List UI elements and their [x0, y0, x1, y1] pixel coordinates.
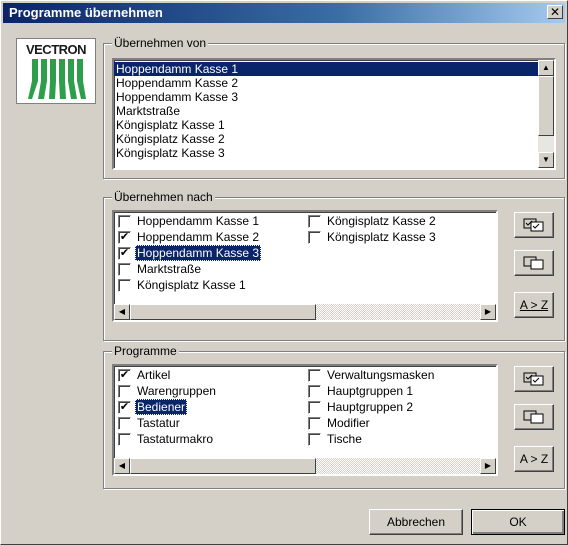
checkbox[interactable] — [118, 263, 131, 276]
checkbox-checked[interactable]: ✔ — [118, 231, 131, 244]
list-item[interactable]: Hoppendamm Kasse 2 — [114, 76, 538, 90]
uncheck-all-icon — [523, 256, 544, 270]
programs-group: Programme ✔ Artikel Warengruppen ✔ Bediener T… — [103, 344, 565, 489]
sort-az-label: A > Z — [519, 298, 549, 312]
checkbox[interactable] — [308, 231, 321, 244]
checklist-item-label: Tastaturmakro — [137, 432, 214, 446]
programs-horizontal-scrollbar[interactable]: ◀ ▶ — [114, 458, 496, 474]
cancel-button-label: Abbrechen — [386, 515, 446, 529]
checklist-item-label: Köngisplatz Kasse 1 — [137, 278, 246, 292]
checklist-item-label: Tastatur — [137, 416, 180, 430]
checkbox[interactable] — [118, 385, 131, 398]
checklist-item-label: Köngisplatz Kasse 2 — [327, 214, 436, 228]
scroll-left-button[interactable]: ◀ — [114, 458, 130, 474]
checklist-item-label: Hoppendamm Kasse 2 — [137, 230, 260, 244]
sort-az-label: A > Z — [519, 452, 549, 466]
checklist-item-label: Marktstraße — [137, 262, 202, 276]
checkbox[interactable] — [308, 417, 321, 430]
list-item[interactable]: Köngisplatz Kasse 1 — [114, 118, 538, 132]
source-group: Übernehmen von Hoppendamm Kasse 1 Hoppend… — [103, 36, 565, 179]
checklist-item-label: Bediener — [135, 399, 188, 415]
ok-button[interactable]: OK — [471, 509, 565, 535]
source-group-label: Übernehmen von — [112, 36, 209, 50]
uncheck-all-button[interactable] — [514, 404, 554, 430]
checkbox-checked[interactable]: ✔ — [118, 369, 131, 382]
checklist-item-label: Hoppendamm Kasse 1 — [137, 214, 260, 228]
scroll-right-button[interactable]: ▶ — [480, 458, 496, 474]
checkmark-icon: ✔ — [119, 401, 130, 413]
uncheck-all-button[interactable] — [514, 250, 554, 276]
scroll-up-button[interactable]: ▲ — [538, 60, 554, 76]
programs-checklist[interactable]: ✔ Artikel Warengruppen ✔ Bediener Tastatur Tas… — [112, 364, 498, 476]
checklist-item-label: Warengruppen — [137, 384, 216, 398]
target-horizontal-scrollbar[interactable]: ◀ ▶ — [114, 304, 496, 320]
scroll-down-button[interactable]: ▼ — [538, 152, 554, 168]
sort-az-button[interactable]: A > Z — [514, 292, 554, 318]
check-all-button[interactable] — [514, 366, 554, 392]
checkbox-checked[interactable]: ✔ — [118, 247, 131, 260]
target-group: Übernehmen nach Hoppendamm Kasse 1 ✔ Hoppe… — [103, 190, 565, 341]
checklist-item-label: Hoppendamm Kasse 3 — [135, 245, 262, 261]
checkbox[interactable] — [308, 369, 321, 382]
list-item[interactable]: Köngisplatz Kasse 3 — [114, 146, 538, 160]
scroll-thumb[interactable] — [538, 76, 554, 136]
scroll-left-button[interactable]: ◀ — [114, 304, 130, 320]
checklist-item-label: Hauptgruppen 1 — [327, 384, 414, 398]
sort-az-button[interactable]: A > Z — [514, 446, 554, 472]
dialog-window: Programme übernehmen ✕ VECTRON Übernehme… — [0, 0, 568, 545]
checklist-item-label: Köngisplatz Kasse 3 — [327, 230, 436, 244]
vectron-logo: VECTRON — [16, 38, 96, 104]
uncheck-all-icon — [523, 410, 544, 424]
window-title: Programme übernehmen — [9, 5, 163, 20]
checkbox[interactable] — [308, 385, 321, 398]
check-all-icon — [523, 372, 544, 386]
close-icon: ✕ — [549, 5, 561, 19]
list-item[interactable]: Hoppendamm Kasse 1 — [114, 62, 538, 76]
title-bar[interactable]: Programme übernehmen ✕ — [3, 3, 565, 23]
checkbox[interactable] — [118, 215, 131, 228]
target-list: Hoppendamm Kasse 1 ✔ Hoppendamm Kasse 2 ✔ Ho… — [118, 213, 496, 304]
scroll-thumb[interactable] — [130, 458, 316, 474]
checklist-item-label: Modifier — [327, 416, 370, 430]
checklist-item-label: Verwaltungsmasken — [327, 368, 435, 382]
target-checklist[interactable]: Hoppendamm Kasse 1 ✔ Hoppendamm Kasse 2 ✔ Ho… — [112, 210, 498, 322]
checkbox[interactable] — [118, 279, 131, 292]
close-button[interactable]: ✕ — [547, 5, 563, 19]
checkbox[interactable] — [308, 215, 321, 228]
logo-text: VECTRON — [25, 42, 87, 57]
checkbox[interactable] — [308, 433, 321, 446]
checkbox[interactable] — [118, 433, 131, 446]
source-list: Hoppendamm Kasse 1 Hoppendamm Kasse 2 Hopp… — [114, 62, 538, 160]
cancel-button[interactable]: Abbrechen — [369, 509, 463, 535]
checkmark-icon: ✔ — [119, 369, 130, 381]
ok-button-label: OK — [509, 515, 527, 529]
source-vertical-scrollbar[interactable]: ▲ ▼ — [538, 60, 554, 168]
programs-group-label: Programme — [112, 344, 179, 358]
programs-list: ✔ Artikel Warengruppen ✔ Bediener Tastatur Tas… — [118, 367, 496, 458]
checkbox[interactable] — [118, 417, 131, 430]
checkmark-icon: ✔ — [119, 231, 130, 243]
checkmark-icon: ✔ — [119, 247, 130, 259]
checkbox-checked[interactable]: ✔ — [118, 401, 131, 414]
target-group-label: Übernehmen nach — [112, 190, 215, 204]
scroll-right-button[interactable]: ▶ — [480, 304, 496, 320]
scroll-thumb[interactable] — [130, 304, 316, 320]
checklist-item-label: Hauptgruppen 2 — [327, 400, 414, 414]
list-item[interactable]: Marktstraße — [114, 104, 538, 118]
checklist-item-label: Artikel — [137, 368, 171, 382]
check-all-button[interactable] — [514, 212, 554, 238]
logo-graphic — [28, 59, 86, 99]
checkbox[interactable] — [308, 401, 321, 414]
source-listbox[interactable]: Hoppendamm Kasse 1 Hoppendamm Kasse 2 Hopp… — [112, 58, 556, 170]
list-item[interactable]: Hoppendamm Kasse 3 — [114, 90, 538, 104]
list-item[interactable]: Köngisplatz Kasse 2 — [114, 132, 538, 146]
check-all-icon — [523, 218, 544, 232]
checklist-item-label: Tische — [327, 432, 362, 446]
